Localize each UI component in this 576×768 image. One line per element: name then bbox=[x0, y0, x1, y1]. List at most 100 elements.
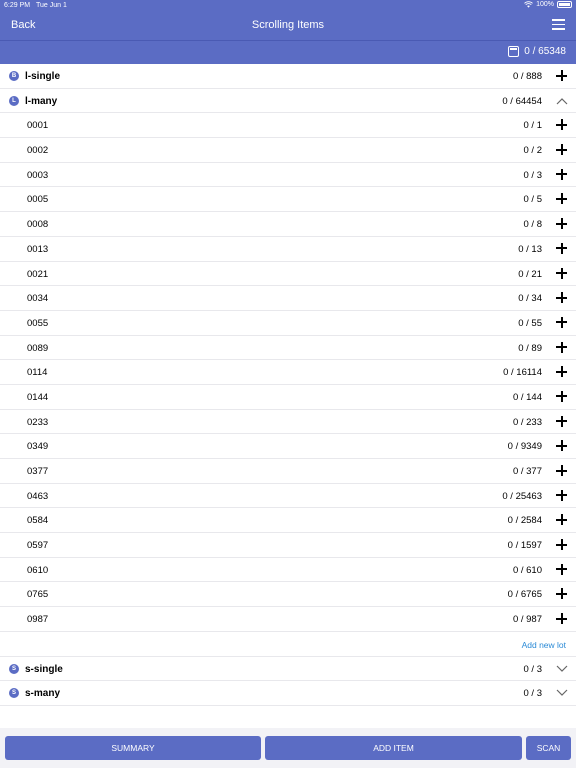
list-item: 0987 0 / 987 bbox=[0, 607, 576, 632]
group-count: 0 / 3 bbox=[523, 663, 543, 675]
list-item: 0089 0 / 89 bbox=[0, 336, 576, 361]
group-row-s-many[interactable]: S s-many 0 / 3 bbox=[0, 681, 576, 706]
plus-icon[interactable] bbox=[556, 390, 567, 402]
group-name: l-many bbox=[25, 95, 58, 107]
totals-count: 0 / 65348 bbox=[524, 46, 566, 57]
plus-icon[interactable] bbox=[556, 489, 567, 501]
item-count: 0 / 610 bbox=[512, 564, 542, 576]
item-count: 0 / 1 bbox=[523, 120, 543, 132]
plus-icon[interactable] bbox=[556, 242, 567, 254]
chevron-down-icon[interactable] bbox=[556, 689, 568, 697]
list-item: 0008 0 / 8 bbox=[0, 212, 576, 237]
group-name: l-single bbox=[25, 71, 61, 82]
plus-icon[interactable] bbox=[556, 465, 567, 476]
item-count: 0 / 377 bbox=[512, 466, 542, 477]
add-lot-row: Add new lot bbox=[0, 632, 576, 657]
plus-icon[interactable] bbox=[556, 514, 567, 526]
list-item: 0002 0 / 2 bbox=[0, 138, 576, 163]
item-name: 0597 bbox=[27, 540, 49, 552]
chevron-down-icon[interactable] bbox=[556, 665, 568, 673]
item-count: 0 / 3 bbox=[523, 169, 543, 181]
item-count: 0 / 9349 bbox=[507, 441, 542, 453]
plus-icon[interactable] bbox=[556, 366, 567, 378]
plus-icon[interactable] bbox=[556, 168, 567, 180]
item-name: 0610 bbox=[27, 564, 49, 576]
item-name: 0002 bbox=[27, 145, 49, 157]
plus-icon[interactable] bbox=[556, 218, 567, 230]
group-count: 0 / 64454 bbox=[502, 95, 542, 107]
item-count: 0 / 2 bbox=[523, 145, 543, 157]
status-date: Tue Jun 1 bbox=[36, 2, 67, 9]
item-name: 0089 bbox=[27, 342, 49, 354]
item-count: 0 / 6765 bbox=[507, 589, 542, 601]
list-item: 0055 0 / 55 bbox=[0, 311, 576, 336]
plus-icon[interactable] bbox=[556, 193, 567, 205]
battery-percent: 100% bbox=[536, 1, 554, 8]
item-count: 0 / 55 bbox=[518, 317, 542, 329]
list-item: 0144 0 / 144 bbox=[0, 385, 576, 410]
item-count: 0 / 25463 bbox=[502, 490, 542, 502]
list-item: 0013 0 / 13 bbox=[0, 237, 576, 262]
wifi-icon bbox=[524, 1, 533, 8]
plus-icon[interactable] bbox=[556, 613, 567, 625]
menu-icon[interactable] bbox=[552, 19, 565, 30]
scan-button[interactable]: SCAN bbox=[526, 736, 571, 760]
plus-icon[interactable] bbox=[556, 415, 567, 427]
item-count: 0 / 8 bbox=[523, 219, 543, 231]
list-item: 0765 0 / 6765 bbox=[0, 582, 576, 608]
nav-bar: Back Scrolling Items bbox=[0, 12, 576, 40]
add-new-lot-link[interactable]: Add new lot bbox=[522, 640, 566, 650]
item-name: 0055 bbox=[27, 317, 49, 329]
group-name: s-single bbox=[25, 663, 63, 675]
status-right: 100% bbox=[524, 1, 572, 8]
plus-icon[interactable] bbox=[556, 70, 567, 81]
group-count: 0 / 3 bbox=[523, 688, 543, 700]
top-bar: 6:29 PM Tue Jun 1 100% Back Scrolling It… bbox=[0, 0, 576, 40]
chevron-up-icon[interactable] bbox=[556, 97, 568, 105]
plus-icon[interactable] bbox=[556, 440, 567, 452]
summary-button[interactable]: SUMMARY bbox=[5, 736, 261, 760]
item-name: 0013 bbox=[27, 243, 49, 255]
list-item: 0584 0 / 2584 bbox=[0, 508, 576, 534]
group-row-l-single[interactable]: B l-single 0 / 888 bbox=[0, 64, 576, 89]
group-badge: S bbox=[9, 663, 19, 674]
item-name: 0377 bbox=[27, 466, 49, 477]
plus-icon[interactable] bbox=[556, 563, 567, 575]
plus-icon[interactable] bbox=[556, 316, 567, 328]
add-item-button[interactable]: ADD ITEM bbox=[265, 736, 522, 760]
list-item: 0034 0 / 34 bbox=[0, 286, 576, 311]
item-name: 0987 bbox=[27, 614, 49, 626]
status-bar: 6:29 PM Tue Jun 1 100% bbox=[0, 0, 576, 12]
page-title: Scrolling Items bbox=[251, 19, 325, 31]
item-count: 0 / 16114 bbox=[503, 367, 542, 379]
group-badge: B bbox=[9, 71, 19, 81]
item-count: 0 / 13 bbox=[518, 243, 542, 255]
box-icon bbox=[508, 46, 520, 57]
item-name: 0021 bbox=[27, 268, 49, 280]
item-count: 0 / 34 bbox=[518, 293, 542, 305]
group-badge: L bbox=[9, 95, 19, 106]
plus-icon[interactable] bbox=[556, 588, 567, 600]
item-name: 0349 bbox=[27, 441, 49, 453]
item-count: 0 / 2584 bbox=[507, 515, 542, 527]
group-row-l-many[interactable]: L l-many 0 / 64454 bbox=[0, 89, 576, 114]
list-item: 0003 0 / 3 bbox=[0, 163, 576, 188]
list-item: 0349 0 / 9349 bbox=[0, 434, 576, 459]
plus-icon[interactable] bbox=[556, 292, 567, 304]
group-count: 0 / 888 bbox=[512, 71, 542, 82]
plus-icon[interactable] bbox=[556, 144, 567, 156]
item-name: 0003 bbox=[27, 169, 49, 181]
list-item: 0233 0 / 233 bbox=[0, 410, 576, 435]
plus-icon[interactable] bbox=[556, 341, 567, 353]
item-count: 0 / 5 bbox=[523, 194, 543, 206]
list-item: 0597 0 / 1597 bbox=[0, 533, 576, 558]
item-count: 0 / 987 bbox=[512, 614, 542, 626]
group-row-s-single[interactable]: S s-single 0 / 3 bbox=[0, 657, 576, 682]
item-name: 0114 bbox=[27, 367, 48, 379]
plus-icon[interactable] bbox=[556, 119, 567, 131]
item-name: 0765 bbox=[27, 589, 49, 601]
plus-icon[interactable] bbox=[556, 267, 567, 279]
totals-bar: 0 / 65348 bbox=[0, 40, 576, 64]
plus-icon[interactable] bbox=[556, 539, 567, 551]
list-item: 0114 0 / 16114 bbox=[0, 360, 576, 385]
